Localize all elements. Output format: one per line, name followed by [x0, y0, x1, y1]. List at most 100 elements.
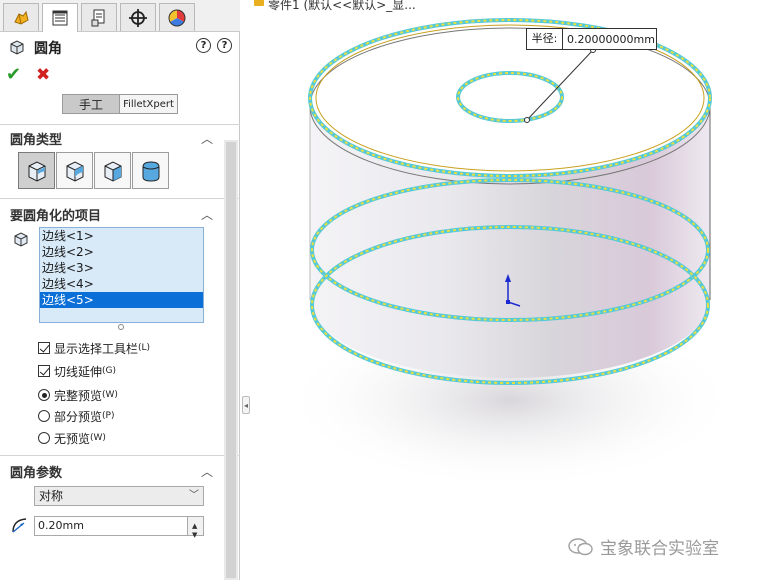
fillet-parameters-header: 圆角参数 — [10, 466, 63, 481]
panel-title-row: 圆角 ? ? — [6, 36, 236, 58]
property-manager-panel: 圆角 ? ? ✔ ✖ 手工 FilletXpert 圆角类型 ︿ 要圆角化的项目… — [0, 0, 240, 580]
selected-edge-hole-dash — [457, 72, 563, 122]
constant-fillet-icon — [28, 160, 45, 182]
face-fillet-icon — [104, 160, 121, 182]
manager-tab-bar — [0, 0, 240, 32]
watermark: 宝象联合实验室 — [568, 534, 719, 559]
list-item[interactable]: 边线<3> — [40, 260, 203, 276]
triad-origin — [506, 300, 510, 304]
ok-button[interactable]: ✔ — [6, 64, 21, 85]
feature-tree-icon — [14, 10, 29, 25]
full-preview-radio[interactable]: 完整预览 (W) — [38, 386, 118, 404]
collapse-fillet-type-icon[interactable]: ︿ — [201, 130, 213, 147]
tab-display-manager[interactable] — [159, 3, 195, 31]
list-item[interactable]: 边线<4> — [40, 276, 203, 292]
radius-callout-label: 半径: — [527, 29, 563, 49]
list-item-selected[interactable]: 边线<5> — [40, 292, 203, 308]
partial-preview-radio[interactable]: 部分预览 (P) — [38, 407, 114, 425]
list-resize-grip[interactable] — [118, 324, 124, 330]
constant-size-fillet-button[interactable] — [18, 152, 55, 189]
triad-x-axis — [507, 301, 521, 307]
callout-anchor — [524, 117, 530, 123]
tab-filletxpert[interactable]: FilletXpert — [120, 94, 178, 114]
collapse-parameters-icon[interactable]: ︿ — [201, 463, 213, 480]
divider — [0, 198, 240, 199]
part-icon — [254, 0, 264, 6]
cylinder-body — [310, 98, 710, 378]
list-item[interactable]: 边线<1> — [40, 228, 203, 244]
shortcut-key: (L) — [138, 343, 151, 353]
help-icons: ? ? — [196, 38, 232, 53]
fillet-type-header: 圆角类型 — [10, 133, 63, 148]
face-fillet-button[interactable] — [94, 152, 131, 189]
radio-label: 完整预览 — [54, 388, 103, 403]
no-preview-radio[interactable]: 无预览 (W) — [38, 429, 106, 447]
radio-unselected[interactable] — [38, 432, 50, 444]
triad-y-arrow — [505, 274, 511, 282]
full-round-fillet-icon — [142, 160, 159, 182]
panel-title: 圆角 — [34, 41, 62, 57]
radio-label: 无预览 — [54, 431, 91, 446]
help-icon[interactable]: ? — [217, 38, 232, 53]
spin-down-icon[interactable]: ▼ — [192, 526, 197, 544]
items-to-fillet-header: 要圆角化的项目 — [10, 209, 102, 224]
callout-leader-line — [526, 49, 594, 121]
shortcut-key: (W) — [90, 433, 106, 443]
show-selection-toolbar-checkbox[interactable]: 显示选择工具栏 (L) — [38, 339, 150, 357]
chevron-down-icon: ﹀ — [189, 490, 199, 501]
floor-shadow — [280, 310, 740, 490]
full-round-fillet-button[interactable] — [132, 152, 169, 189]
radius-icon — [12, 518, 27, 533]
tab-dimxpert-manager[interactable] — [120, 3, 156, 31]
whats-new-help-icon[interactable]: ? — [196, 38, 211, 53]
panel-splitter-handle[interactable]: ◂ — [242, 396, 250, 414]
tab-configuration-manager[interactable] — [81, 3, 117, 31]
configuration-icon — [91, 9, 105, 26]
property-list-icon — [52, 10, 68, 26]
tab-feature-manager[interactable] — [3, 3, 39, 31]
checkbox-checked[interactable] — [38, 365, 50, 377]
fillet-method-select[interactable]: 对称 ﹀ — [34, 486, 204, 506]
scrollbar-thumb[interactable] — [226, 142, 236, 578]
checkbox-label: 切线延伸 — [54, 364, 103, 379]
selected-edge-middle — [310, 178, 710, 322]
selected-edge-hole — [456, 71, 564, 123]
shortcut-key: (W) — [102, 390, 118, 400]
radius-value: 0.20mm — [38, 519, 84, 532]
tab-property-manager[interactable] — [42, 3, 78, 32]
panel-scrollbar[interactable] — [224, 140, 238, 580]
checkbox-label: 显示选择工具栏 — [54, 341, 139, 356]
list-item[interactable]: 边线<2> — [40, 244, 203, 260]
edge-selection-icon — [14, 232, 28, 247]
fillet-method-value: 对称 — [39, 489, 64, 503]
radio-selected[interactable] — [38, 389, 50, 401]
watermark-text: 宝象联合实验室 — [600, 539, 719, 559]
wechat-icon — [568, 537, 593, 555]
collapse-items-icon[interactable]: ︿ — [201, 206, 213, 223]
feature-tree-breadcrumb[interactable]: 零件1 (默认<<默认>_显... — [268, 0, 416, 13]
radius-callout[interactable]: 半径: 0.20000000mm — [526, 28, 657, 50]
crosshair-icon — [129, 8, 147, 27]
radio-unselected[interactable] — [38, 410, 50, 422]
tangent-propagation-checkbox[interactable]: 切线延伸 (G) — [38, 362, 116, 380]
radius-field[interactable]: 0.20mm ▲ ▼ — [34, 516, 204, 539]
tab-manual[interactable]: 手工 — [62, 94, 120, 114]
selected-edge-bottom-dash — [311, 226, 709, 384]
mode-tabs: 手工 FilletXpert — [62, 94, 178, 114]
selected-edge-middle-dash — [311, 179, 709, 321]
variable-fillet-icon — [66, 160, 83, 182]
radius-callout-value[interactable]: 0.20000000mm — [563, 33, 655, 46]
variable-size-fillet-button[interactable] — [56, 152, 93, 189]
shortcut-key: (G) — [102, 366, 117, 376]
checkbox-checked[interactable] — [38, 342, 50, 354]
shortcut-key: (P) — [102, 411, 115, 421]
divider — [0, 124, 240, 125]
divider — [0, 455, 240, 456]
radius-spinner[interactable]: ▲ ▼ — [187, 517, 203, 539]
radio-label: 部分预览 — [54, 409, 103, 424]
color-wheel-icon — [168, 9, 186, 26]
edges-selection-list[interactable]: 边线<1> 边线<2> 边线<3> 边线<4> 边线<5> — [39, 227, 204, 323]
selected-edge-bottom — [310, 225, 710, 385]
cancel-button[interactable]: ✖ — [36, 65, 50, 85]
fillet-feature-icon — [10, 40, 24, 55]
